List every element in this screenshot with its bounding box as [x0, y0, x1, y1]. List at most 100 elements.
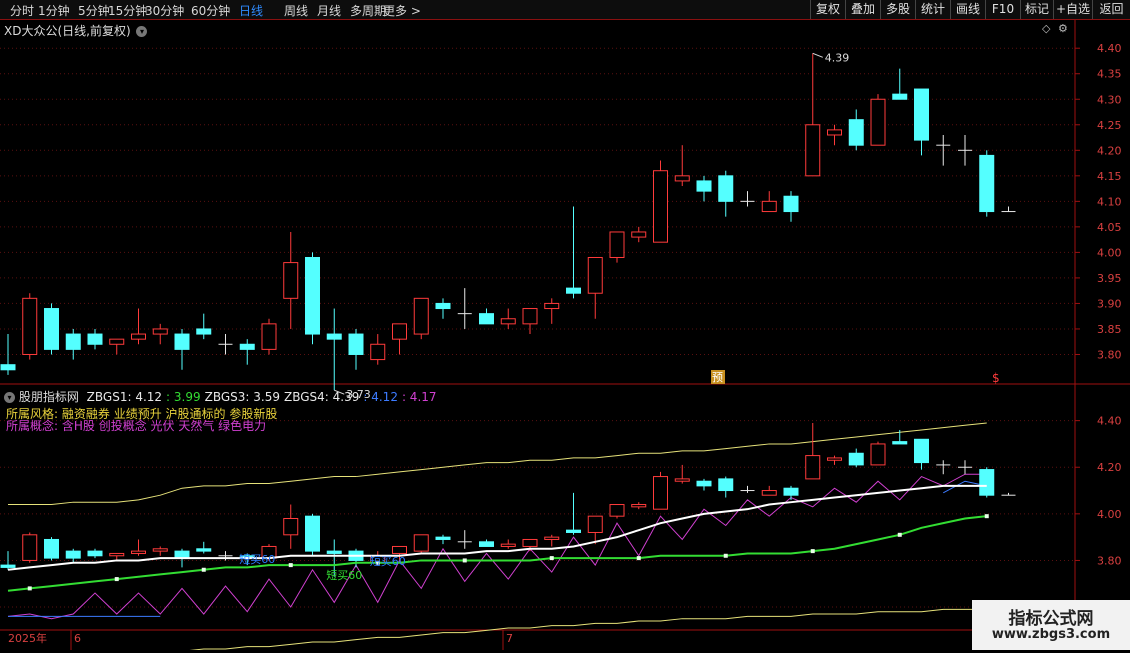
candle-body [805, 124, 821, 177]
timeframe-1[interactable]: 1分钟 [38, 2, 70, 19]
green-line-dot [984, 514, 989, 519]
candle-body [44, 308, 59, 350]
timeframe-7[interactable]: 周线 [284, 2, 308, 19]
toolbar-button-8[interactable]: 返回 [1092, 0, 1130, 19]
candle-body [131, 550, 146, 554]
timeframe-3[interactable]: 15分钟 [108, 2, 147, 19]
candle-body [587, 256, 603, 294]
toolbar-button-4[interactable]: 画线 [950, 0, 985, 19]
candle-body [392, 545, 407, 554]
annotation-a1: 短买60 [239, 552, 275, 566]
toolbar-button-2[interactable]: 多股 [880, 0, 915, 19]
candle-body [609, 504, 625, 517]
candle-body [914, 88, 929, 141]
legend-item-3: ZBGS4: 4.39 [284, 390, 360, 404]
concept-row: 所属概念: 含H股 创投概念 光伏 天然气 绿色电力 [6, 417, 266, 434]
green-line-dot [27, 586, 32, 591]
price-axis-label: 3.90 [1097, 297, 1122, 310]
price-axis-label: 4.20 [1097, 144, 1122, 157]
indicator-title: 股朋指标网 [18, 390, 79, 404]
candle-body [522, 538, 538, 547]
timeframe-10[interactable]: 更多 > [383, 2, 421, 19]
timeframe-0[interactable]: 分时 [10, 2, 34, 19]
candle-body [479, 313, 494, 325]
toolbar-button-7[interactable]: +自选 [1053, 0, 1092, 19]
candle-body [239, 343, 255, 350]
indicator-axis-label: 4.20 [1097, 461, 1122, 474]
candle-body [783, 487, 799, 496]
candle-body [305, 515, 320, 552]
watermark: 指标公式网 www.zbgs3.com [972, 600, 1130, 650]
candle-body [522, 308, 538, 325]
green-line-dot [810, 549, 815, 554]
chart-area: 4.40 4.35 4.30 4.25 4.20 4.15 4.10 4.05 4.00 3.95… [0, 20, 1130, 653]
timeframe-8[interactable]: 月线 [317, 2, 341, 19]
collapse-icon[interactable]: ▾ [4, 392, 15, 403]
zbgs-white-line [7, 484, 987, 571]
price-axis-label: 3.80 [1097, 348, 1122, 361]
toolbar-button-0[interactable]: 复权 [810, 0, 845, 19]
timeframe-2[interactable]: 5分钟 [78, 2, 110, 19]
candle-body [22, 534, 38, 561]
candle-body [348, 333, 364, 355]
candle-body [587, 515, 603, 533]
candle-body [87, 550, 103, 557]
candle-body [914, 438, 929, 464]
indicator-axis-label: 4.00 [1097, 508, 1122, 521]
toolbar-button-1[interactable]: 叠加 [845, 0, 880, 19]
watermark-title: 指标公式网 [1008, 609, 1094, 629]
candle-body [848, 119, 864, 146]
green-line-dot [897, 532, 902, 537]
candle-body [827, 457, 842, 461]
candle-body [718, 175, 734, 202]
chevron-down-icon[interactable]: ▾ [136, 26, 148, 37]
candle-body [131, 333, 146, 340]
candle-body [674, 478, 690, 482]
legend-item-2: ZBGS3: 3.59 [204, 390, 280, 404]
candle-body [196, 548, 212, 552]
candle-body [0, 564, 16, 568]
green-line-dot [462, 558, 467, 563]
toolbar-button-6[interactable]: 标记 [1020, 0, 1053, 19]
legend-item-1: : 3.99 [166, 390, 201, 404]
candle-body [544, 536, 560, 540]
candle-body [500, 543, 516, 547]
candle-body [65, 333, 81, 350]
candle-body [283, 262, 299, 299]
timeframe-6[interactable]: 日线 [239, 2, 263, 19]
annotation-a2: 短买60 [326, 568, 362, 582]
high-marker-line [812, 52, 823, 58]
indicator-title-bar: ▾ 股朋指标网 ZBGS1: 4.12: 3.99 ZBGS3: 3.59 ZBGS… [4, 388, 437, 405]
candle-body [631, 231, 647, 238]
candle-body [261, 323, 277, 350]
legend-item-0: ZBGS1: 4.12 [86, 390, 163, 404]
timeframe-5[interactable]: 60分钟 [191, 2, 230, 19]
candle-body [544, 302, 560, 310]
main-chart-title-text: XD大众公(日线,前复权) [4, 24, 131, 38]
toolbar-button-5[interactable]: F10 [985, 0, 1020, 19]
diamond-icon[interactable]: ◇ [1042, 22, 1050, 35]
timeframe-4[interactable]: 30分钟 [145, 2, 184, 19]
price-axis-label: 3.95 [1097, 272, 1122, 285]
main-candles [0, 53, 1016, 391]
legend-item-4: : 4.12 [363, 390, 398, 404]
high-marker-label: 4.39 [825, 51, 850, 64]
candle-body [152, 328, 168, 335]
candle-body [174, 550, 190, 559]
indicator-axis-label: 4.40 [1097, 415, 1122, 428]
indicator-axis-label: 3.80 [1097, 554, 1122, 567]
settings-icon[interactable]: ⚙ [1058, 22, 1068, 35]
candle-body [413, 534, 429, 552]
toolbar-button-3[interactable]: 统计 [915, 0, 950, 19]
candle-body [827, 129, 842, 136]
candle-body [892, 93, 908, 100]
price-axis-label: 4.00 [1097, 246, 1122, 259]
candle-body [435, 302, 451, 310]
timeframe-9[interactable]: 多周期 [350, 2, 386, 19]
price-axis-label: 4.30 [1097, 93, 1122, 106]
candle-body [22, 297, 38, 355]
price-axis-label: 4.40 [1097, 42, 1122, 55]
candle-body [805, 455, 821, 480]
candle-body [65, 550, 81, 559]
candle-body [653, 476, 668, 510]
